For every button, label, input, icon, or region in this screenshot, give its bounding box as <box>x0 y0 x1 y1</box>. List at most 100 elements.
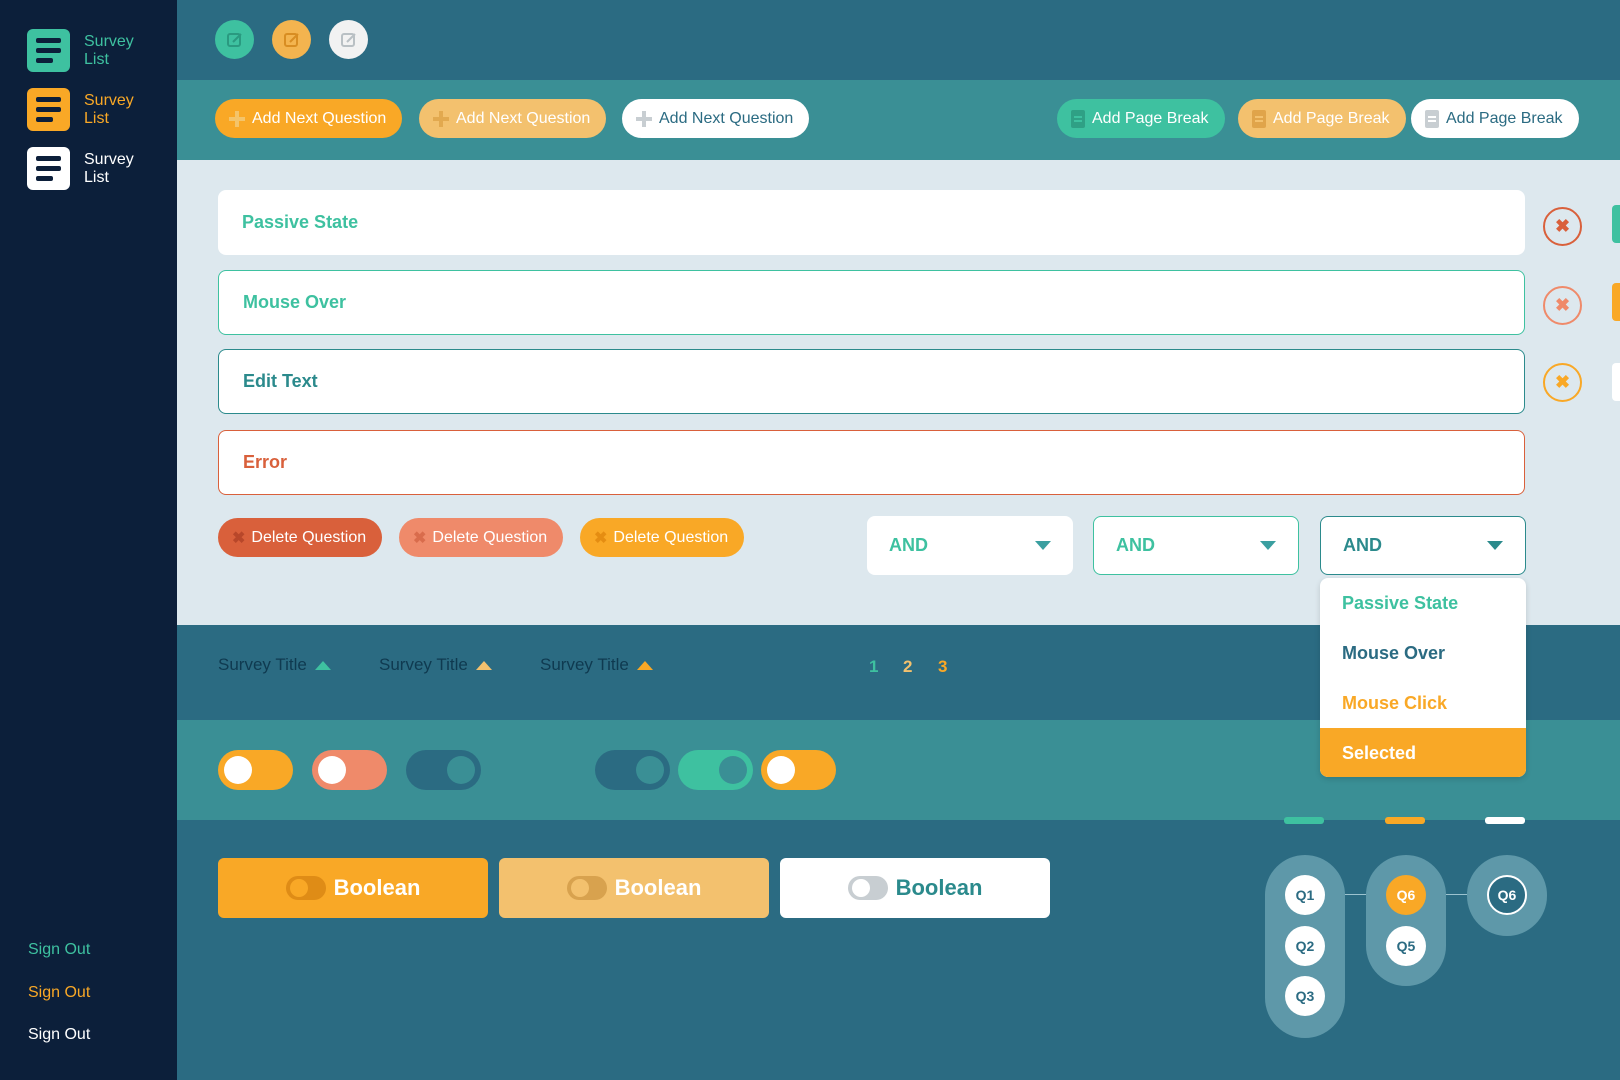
remove-question-button[interactable]: ✖ <box>1543 207 1582 246</box>
toggle-switch[interactable] <box>761 750 836 790</box>
chevron-down-icon <box>1035 541 1051 550</box>
sort-up-icon <box>314 660 331 670</box>
question-node[interactable]: Q6 <box>1386 875 1426 915</box>
remove-question-button[interactable]: ✖ <box>1543 286 1582 325</box>
question-node[interactable]: Q2 <box>1285 926 1325 966</box>
sign-out-link[interactable]: Sign Out <box>28 941 90 959</box>
boolean-button[interactable]: Boolean <box>218 858 488 918</box>
dropdown-option[interactable]: Mouse Click <box>1320 678 1526 728</box>
question-group: Q6 <box>1467 855 1547 936</box>
toggle-knob <box>318 756 346 784</box>
question-node[interactable]: Q1 <box>1285 875 1325 915</box>
edit-button[interactable] <box>329 20 368 59</box>
sort-label: Survey Title <box>379 655 468 674</box>
button-label: Add Next Question <box>659 109 794 127</box>
sidebar-item-survey-list-2[interactable]: Survey List <box>27 88 144 131</box>
sign-out-link[interactable]: Sign Out <box>28 984 90 1002</box>
delete-question-button[interactable]: ✖ Delete Question <box>218 518 383 557</box>
page-link[interactable]: 1 <box>869 657 878 677</box>
button-label: Add Page Break <box>1446 109 1563 127</box>
edit-icon <box>340 32 356 47</box>
add-page-break-button[interactable]: Add Page Break <box>1411 99 1579 138</box>
toggle-switch[interactable] <box>678 750 753 790</box>
dropdown-option-selected[interactable]: Selected <box>1320 728 1526 777</box>
question-node[interactable]: Q3 <box>1285 976 1325 1016</box>
toggle-knob <box>767 756 795 784</box>
dropdown-option[interactable]: Mouse Over <box>1320 628 1526 678</box>
scroll-indicator[interactable] <box>1612 205 1620 243</box>
boolean-button[interactable]: Boolean <box>499 858 769 918</box>
select-value: AND <box>1343 535 1382 555</box>
close-icon: ✖ <box>413 529 427 547</box>
boolean-button[interactable]: Boolean <box>780 858 1050 918</box>
toggle-switch[interactable] <box>406 750 481 790</box>
question-field-edit-text[interactable]: Edit Text <box>218 349 1525 414</box>
sort-header[interactable]: Survey Title <box>540 655 653 675</box>
sidebar-item-survey-list-3[interactable]: Survey List <box>27 147 144 190</box>
scroll-indicator[interactable] <box>1612 363 1620 401</box>
add-page-break-button[interactable]: Add Page Break <box>1238 99 1406 138</box>
page-link[interactable]: 2 <box>903 657 912 677</box>
top-toolbar <box>177 0 1620 80</box>
toggle-switch[interactable] <box>312 750 387 790</box>
toggle-icon <box>285 876 326 900</box>
remove-question-button[interactable]: ✖ <box>1543 363 1582 402</box>
document-icon <box>1252 109 1266 128</box>
list-icon <box>27 88 70 131</box>
toggle-switch[interactable] <box>218 750 293 790</box>
select-value: AND <box>889 535 928 555</box>
plus-icon <box>229 110 245 127</box>
question-node[interactable]: Q6 <box>1487 875 1527 915</box>
add-page-break-button[interactable]: Add Page Break <box>1057 99 1225 138</box>
scroll-indicator[interactable] <box>1612 283 1620 321</box>
chevron-down-icon <box>1487 541 1503 550</box>
close-icon: ✖ <box>1554 372 1571 392</box>
and-select[interactable]: AND <box>867 516 1073 575</box>
close-icon: ✖ <box>1554 295 1571 315</box>
button-label: Add Next Question <box>252 109 387 127</box>
button-label: Delete Question <box>251 528 367 546</box>
sidebar-item-label: Survey List <box>84 91 134 127</box>
question-field-passive[interactable]: Passive State <box>218 190 1525 255</box>
question-field-mouse-over[interactable]: Mouse Over <box>218 270 1525 335</box>
select-value: AND <box>1116 535 1155 555</box>
delete-question-button[interactable]: ✖ Delete Question <box>399 518 564 557</box>
edit-button[interactable] <box>272 20 311 59</box>
sign-out-link[interactable]: Sign Out <box>28 1026 90 1044</box>
close-icon: ✖ <box>594 529 608 547</box>
and-select[interactable]: AND <box>1320 516 1526 575</box>
chevron-down-icon <box>1260 541 1276 550</box>
toggle-knob <box>636 756 664 784</box>
toggle-switch[interactable] <box>595 750 670 790</box>
document-icon <box>1071 109 1085 128</box>
button-label: Add Page Break <box>1273 109 1390 127</box>
button-label: Boolean <box>895 875 983 900</box>
question-form-area: Passive State Mouse Over Edit Text Error… <box>177 160 1620 625</box>
sidebar-item-survey-list-1[interactable]: Survey List <box>27 29 144 72</box>
page-link[interactable]: 3 <box>938 657 947 677</box>
and-select[interactable]: AND <box>1093 516 1299 575</box>
button-label: Add Next Question <box>456 109 591 127</box>
sort-up-icon <box>475 660 492 670</box>
button-label: Add Page Break <box>1092 109 1209 127</box>
sidebar-item-label: Survey List <box>84 150 134 186</box>
sort-header[interactable]: Survey Title <box>379 655 492 675</box>
button-label: Delete Question <box>613 528 729 546</box>
edit-button[interactable] <box>215 20 254 59</box>
plus-icon <box>636 110 652 127</box>
delete-question-button[interactable]: ✖ Delete Question <box>580 518 745 557</box>
list-icon <box>27 147 70 190</box>
add-next-question-button[interactable]: Add Next Question <box>419 99 607 138</box>
question-field-error[interactable]: Error <box>218 430 1525 495</box>
sort-up-icon <box>636 660 653 670</box>
question-node[interactable]: Q5 <box>1386 926 1426 966</box>
tab-indicator <box>1485 817 1525 824</box>
dropdown-option[interactable]: Passive State <box>1320 578 1526 628</box>
add-next-question-button[interactable]: Add Next Question <box>215 99 403 138</box>
edit-icon <box>283 32 299 47</box>
toggle-knob <box>719 756 747 784</box>
add-next-question-button[interactable]: Add Next Question <box>622 99 810 138</box>
button-label: Boolean <box>614 875 702 900</box>
sort-header[interactable]: Survey Title <box>218 655 331 675</box>
sort-label: Survey Title <box>540 655 629 674</box>
